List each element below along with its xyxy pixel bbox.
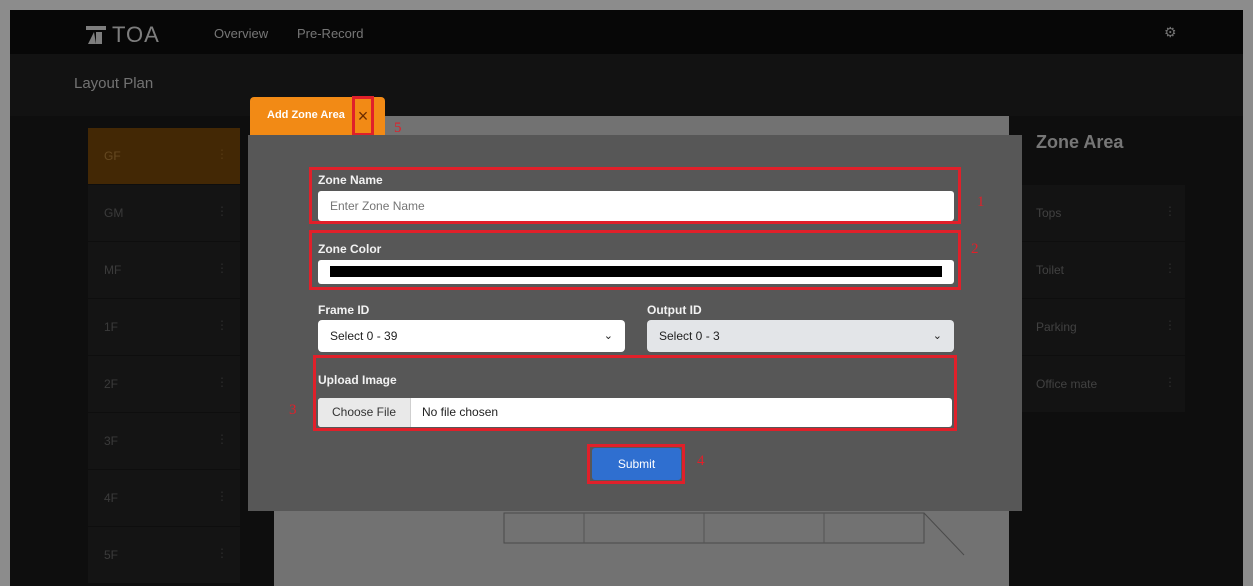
- upload-image-input[interactable]: Choose File No file chosen: [318, 398, 952, 427]
- chevron-down-icon: ⌄: [932, 330, 942, 342]
- annotation-number-5: 5: [394, 120, 402, 136]
- modal-title: Add Zone Area: [267, 109, 345, 121]
- frame-id-label: Frame ID: [318, 303, 370, 317]
- annotation-number-2: 2: [971, 241, 979, 257]
- upload-image-label: Upload Image: [318, 373, 397, 387]
- annotation-number-4: 4: [697, 453, 705, 469]
- color-swatch: [330, 266, 942, 277]
- chevron-down-icon: ⌄: [603, 330, 613, 342]
- submit-button[interactable]: Submit: [592, 448, 681, 480]
- annotation-number-3: 3: [289, 402, 297, 418]
- output-id-value: Select 0 - 3: [659, 329, 720, 343]
- zone-color-input[interactable]: [318, 260, 954, 284]
- close-icon[interactable]: ×: [352, 96, 374, 136]
- choose-file-button[interactable]: Choose File: [318, 398, 411, 427]
- zone-name-input[interactable]: Enter Zone Name: [318, 191, 954, 221]
- app-root: TOA Overview Pre-Record ⚙ Layout Plan GF…: [0, 0, 1253, 586]
- zone-color-label: Zone Color: [318, 242, 382, 256]
- frame-id-select[interactable]: Select 0 - 39 ⌄: [318, 320, 625, 352]
- annotation-number-1: 1: [977, 194, 985, 210]
- zone-name-label: Zone Name: [318, 173, 383, 187]
- file-status-text: No file chosen: [422, 405, 499, 419]
- frame-id-value: Select 0 - 39: [330, 329, 398, 343]
- output-id-label: Output ID: [647, 303, 702, 317]
- output-id-select[interactable]: Select 0 - 3 ⌄: [647, 320, 954, 352]
